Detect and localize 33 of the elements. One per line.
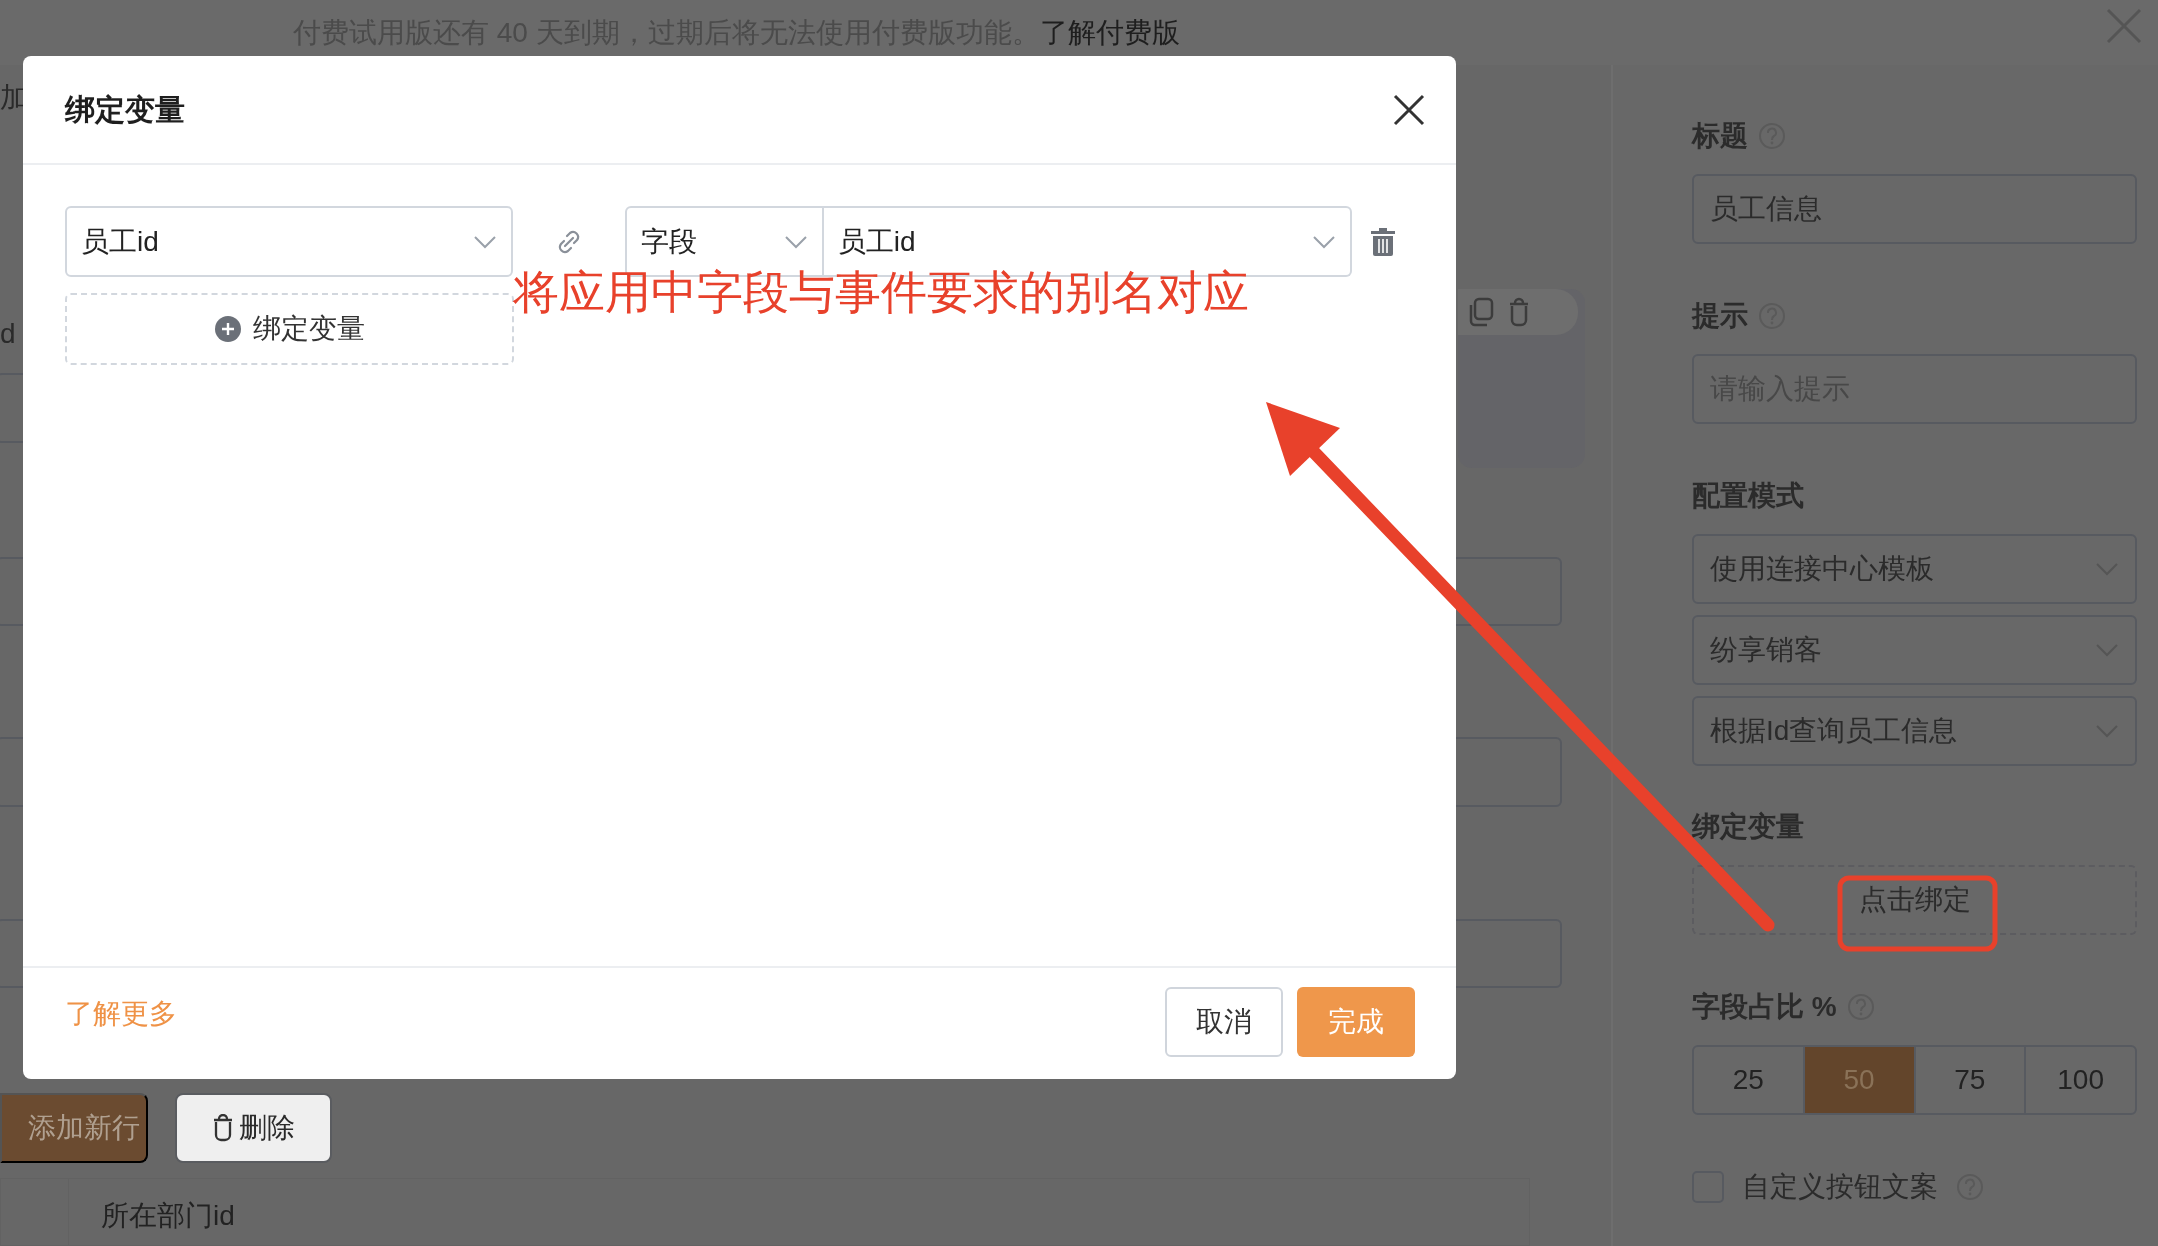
bind-button[interactable]: 点击绑定	[1838, 870, 1991, 930]
segment-option[interactable]: 75	[1915, 1047, 2027, 1113]
field-label: 标题	[1692, 119, 1748, 153]
plus-circle-icon	[214, 316, 241, 342]
cancel-button[interactable]: 取消	[1165, 986, 1283, 1057]
learn-paid-link[interactable]: 了解付费版	[1039, 11, 1180, 54]
field-label: 绑定变量	[1692, 810, 1804, 844]
trash-icon[interactable]	[1371, 227, 1396, 256]
chevron-icon	[783, 234, 808, 249]
trash-icon[interactable]	[1508, 297, 1530, 327]
column-header: 所在部门id	[68, 1179, 331, 1245]
add-variable-button[interactable]: 绑定变量	[65, 293, 514, 365]
select-field[interactable]: 使用连接中心模板	[1692, 534, 2137, 604]
trash-icon	[212, 1114, 233, 1142]
add-row-button[interactable]: 添加新行	[0, 1093, 148, 1163]
chevron-icon	[472, 234, 497, 249]
text-input[interactable]: 员工信息	[1692, 174, 2137, 244]
close-icon[interactable]	[1392, 92, 1426, 127]
checkbox-label: 自定义按钮文案	[1742, 1170, 1938, 1204]
dialog-title: 绑定变量	[65, 92, 185, 128]
done-button[interactable]: 完成	[1297, 986, 1415, 1057]
field-label: 配置模式	[1692, 479, 1804, 513]
learn-more-link[interactable]: 了解更多	[65, 992, 177, 1035]
field-label: 字段占比 %	[1692, 990, 1837, 1024]
copy-icon[interactable]	[1468, 297, 1494, 327]
field-label: 提示	[1692, 299, 1748, 333]
chevron-icon	[1312, 234, 1337, 249]
select-field[interactable]: 根据Id查询员工信息	[1692, 696, 2137, 766]
field-label: d	[0, 318, 17, 350]
select-field[interactable]: 纷享销客	[1692, 615, 2137, 685]
variable-select[interactable]: 员工id	[65, 206, 513, 277]
delete-button[interactable]: 删除	[175, 1093, 332, 1163]
segment-option[interactable]: 100	[2026, 1047, 2135, 1113]
